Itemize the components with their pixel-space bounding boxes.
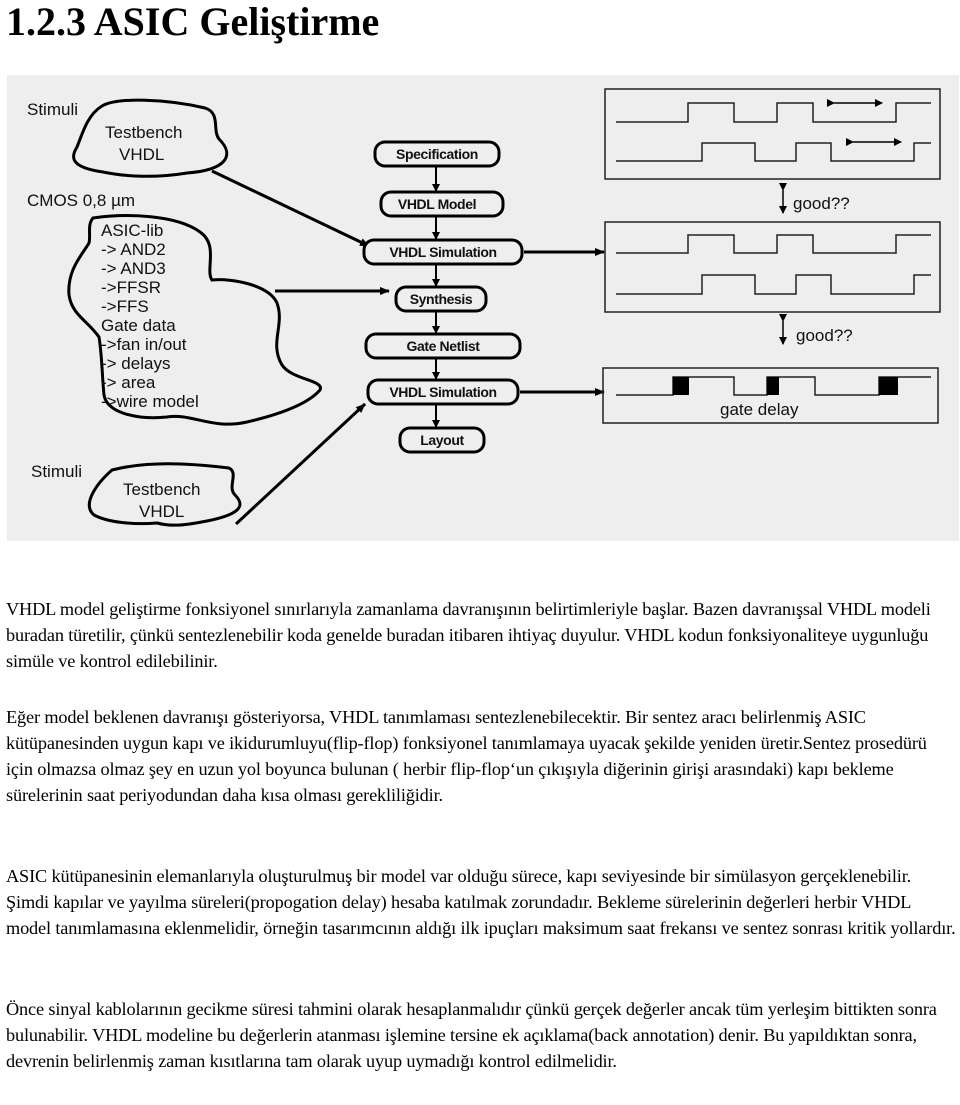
- flow-step-specification: Specification: [396, 146, 478, 162]
- good-label-1: good??: [793, 194, 850, 213]
- paragraph: ASIC kütüpanesinin elemanlarıyla oluştur…: [6, 866, 956, 938]
- flow-step-synthesis: Synthesis: [410, 291, 473, 307]
- arrow-testbench-to-simulation: [211, 169, 370, 248]
- gate-delay-block: [673, 377, 689, 395]
- page-title: 1.2.3 ASIC Geliştirme: [6, 0, 380, 44]
- asic-lib-line: ->fan in/out: [101, 335, 187, 354]
- paragraph: Eğer model beklenen davranışı gösteriyor…: [6, 707, 927, 805]
- asic-lib-line: -> delays: [101, 354, 170, 373]
- stimuli-label-bottom: Stimuli: [31, 462, 82, 481]
- good-label-2: good??: [796, 326, 853, 345]
- waveform-signal: [616, 234, 931, 254]
- asic-flow-diagram: Stimuli Testbench VHDL CMOS 0,8 µm ASIC-…: [27, 88, 941, 527]
- asic-lib-line: ->FFSR: [101, 278, 161, 297]
- vhdl-label-top: VHDL: [119, 145, 164, 164]
- flow-step-layout: Layout: [420, 432, 464, 448]
- waveform-signal: [616, 102, 931, 123]
- asic-lib-line: Gate data: [101, 316, 176, 335]
- asic-lib-line: -> AND3: [101, 259, 166, 278]
- arrow-testbench-to-gate-simulation: [234, 402, 367, 526]
- flow-step-vhdl-model: VHDL Model: [398, 196, 476, 212]
- waveform-signal: [616, 274, 931, 295]
- cmos-label: CMOS 0,8 µm: [27, 191, 135, 210]
- asic-lib-list: ASIC-lib -> AND2 -> AND3 ->FFSR ->FFS Ga…: [101, 221, 199, 411]
- asic-lib-line: -> area: [101, 373, 156, 392]
- paragraph: VHDL model geliştirme fonksiyonel sınırl…: [6, 599, 931, 671]
- gate-delay-block: [767, 377, 779, 395]
- asic-flow-figure: Stimuli Testbench VHDL CMOS 0,8 µm ASIC-…: [7, 75, 959, 541]
- flow-step-vhdl-simulation: VHDL Simulation: [389, 244, 496, 260]
- waveform-signal: [616, 142, 931, 162]
- waveform-panel-gate: gate delay: [602, 367, 939, 424]
- stimuli-label-top: Stimuli: [27, 100, 78, 119]
- asic-lib-line: ->FFS: [101, 297, 149, 316]
- testbench-label-top: Testbench: [105, 123, 183, 142]
- asic-lib-line: -> AND2: [101, 240, 166, 259]
- gate-delay-label: gate delay: [720, 400, 799, 419]
- waveform-panel-spec: [604, 88, 941, 180]
- flow-step-gate-netlist: Gate Netlist: [407, 338, 481, 354]
- vhdl-label-bottom: VHDL: [139, 502, 184, 521]
- gate-delay-block: [879, 377, 898, 395]
- waveform-panel-rtl: [604, 221, 941, 313]
- asic-lib-line: ASIC-lib: [101, 221, 163, 240]
- paragraph: Önce sinyal kablolarının gecikme süresi …: [6, 999, 937, 1071]
- flow-column: Specification VHDL Model VHDL Simulation…: [362, 140, 524, 454]
- testbench-label-bottom: Testbench: [123, 480, 201, 499]
- flow-step-gate-simulation: VHDL Simulation: [389, 384, 496, 400]
- asic-lib-line: ->wire model: [101, 392, 199, 411]
